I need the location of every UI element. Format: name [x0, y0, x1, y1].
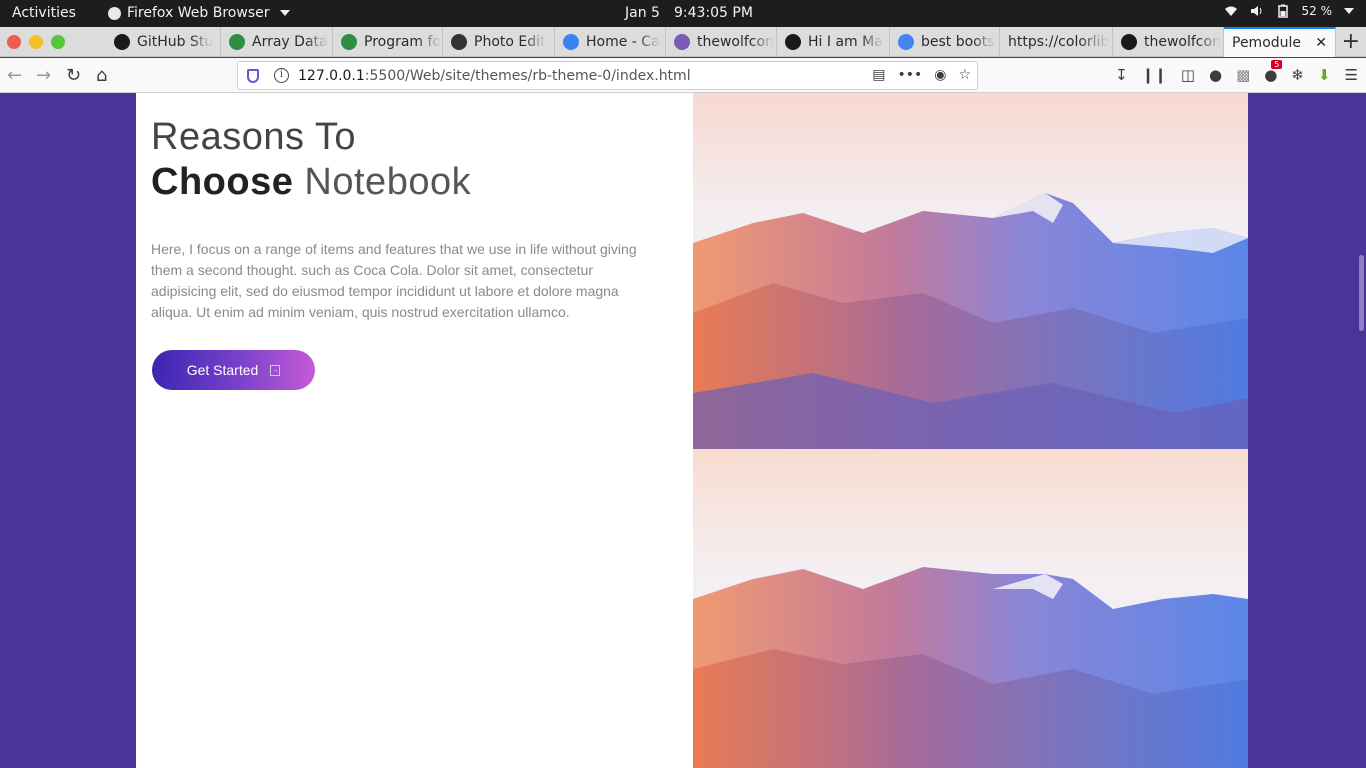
page-viewport[interactable]: Reasons To Choose Notebook Here, I focus…	[0, 93, 1366, 768]
browser-tab[interactable]: Program fo	[333, 27, 443, 57]
tab-label: Array Data	[252, 34, 328, 50]
chevron-down-icon	[1344, 8, 1354, 14]
get-started-button[interactable]: Get Started →	[152, 350, 315, 390]
extension-icon[interactable]: ▩	[1236, 66, 1250, 84]
url-bar[interactable]: i 127.0.0.1:5500/Web/site/themes/rb-them…	[237, 61, 978, 90]
forward-button[interactable]: →	[36, 65, 51, 86]
mountain-illustration	[693, 449, 1248, 768]
pocket-icon[interactable]: ◉	[934, 67, 946, 83]
notification-extension-icon[interactable]: ● 5	[1264, 60, 1283, 84]
tab-bar: GitHub Stu Array Data Program fo Photo Edit…	[0, 27, 1366, 57]
firefox-icon	[108, 6, 121, 20]
heading-rest: Notebook	[304, 161, 472, 203]
bookmark-star-icon[interactable]: ☆	[958, 67, 971, 83]
tab-label: Photo Edit	[474, 34, 546, 50]
extension-badge: 5	[1271, 60, 1283, 69]
tab-label: Program fo	[364, 34, 442, 50]
browser-tab[interactable]: best boots	[890, 27, 1000, 57]
new-tab-button[interactable]: +	[1342, 29, 1360, 54]
browser-tab[interactable]: Array Data	[221, 27, 333, 57]
intro-section: Reasons To Choose Notebook Here, I focus…	[151, 115, 661, 390]
site-info-icon[interactable]: i	[274, 68, 289, 83]
heading-line-1: Reasons To	[151, 116, 356, 158]
reload-button[interactable]: ↻	[66, 65, 81, 86]
content-card: Reasons To Choose Notebook Here, I focus…	[136, 93, 1248, 768]
download-helper-icon[interactable]: ⬇	[1318, 66, 1331, 84]
app-menu-label: Firefox Web Browser	[127, 5, 270, 21]
tab-label: Pemodule	[1232, 35, 1302, 51]
account-icon[interactable]: ●	[1209, 66, 1222, 84]
browser-tab[interactable]: https://colorlib	[1000, 27, 1113, 57]
sidebar-icon[interactable]: ◫	[1181, 66, 1195, 84]
battery-icon	[1277, 4, 1288, 18]
aperture-icon	[451, 34, 467, 50]
github-icon	[785, 34, 801, 50]
heading-bold-word: Choose	[151, 161, 294, 203]
google-icon	[898, 34, 914, 50]
tab-label: thewolfcon	[1144, 34, 1221, 50]
scrollbar-thumb[interactable]	[1359, 255, 1364, 331]
library-icon[interactable]: ❙❙	[1142, 66, 1167, 84]
browser-tab[interactable]: thewolfcon	[666, 27, 777, 57]
url-host: 127.0.0.1	[298, 68, 365, 84]
tab-label: GitHub Stu	[137, 34, 214, 50]
h-icon	[674, 34, 690, 50]
downloads-icon[interactable]: ↧	[1115, 66, 1128, 84]
gfg-icon	[229, 34, 245, 50]
minimize-window-button[interactable]	[29, 35, 43, 49]
tab-label: thewolfcon	[697, 34, 774, 50]
volume-icon	[1250, 6, 1261, 16]
back-button[interactable]: ←	[7, 65, 22, 86]
gfg-icon	[341, 34, 357, 50]
url-path: :5500/Web/site/themes/rb-theme-0/index.h…	[364, 68, 691, 84]
browser-tab[interactable]: GitHub Stu	[106, 27, 221, 57]
reader-view-icon[interactable]: ▤	[872, 67, 885, 83]
chevron-down-icon	[279, 10, 290, 16]
clock[interactable]: Jan 5 9:43:05 PM	[625, 5, 753, 21]
mountain-image-top	[693, 93, 1248, 449]
browser-tab[interactable]: Hi I am Ma	[777, 27, 890, 57]
battery-percent: 52 %	[1301, 4, 1333, 18]
tab-label: Hi I am Ma	[808, 34, 883, 50]
clock-date: Jan 5	[625, 5, 660, 21]
browser-tab[interactable]: Photo Edit	[443, 27, 555, 57]
gnome-extension-icon[interactable]: ❄	[1291, 66, 1304, 84]
page-actions-icon[interactable]: •••	[897, 67, 922, 83]
tab-label: https://colorlib	[1008, 34, 1110, 50]
canva-icon	[563, 34, 579, 50]
maximize-window-button[interactable]	[51, 35, 65, 49]
arrow-icon: →	[270, 364, 281, 376]
system-tray[interactable]: 52 %	[1224, 4, 1354, 18]
system-top-bar: Activities Firefox Web Browser Jan 5 9:4…	[0, 0, 1366, 27]
activities-button[interactable]: Activities	[12, 5, 76, 21]
github-icon	[114, 34, 130, 50]
url-text[interactable]: 127.0.0.1:5500/Web/site/themes/rb-theme-…	[298, 68, 691, 84]
home-button[interactable]: ⌂	[96, 65, 107, 86]
menu-hamburger-icon[interactable]: ☰	[1345, 66, 1358, 84]
github-icon	[1121, 34, 1137, 50]
wifi-icon	[1224, 6, 1237, 16]
mountain-illustration	[693, 93, 1248, 449]
close-window-button[interactable]	[7, 35, 21, 49]
browser-tab[interactable]: thewolfcon	[1113, 27, 1224, 57]
section-heading: Reasons To Choose Notebook	[151, 115, 661, 205]
get-started-label: Get Started	[186, 362, 259, 378]
intro-paragraph: Here, I focus on a range of items and fe…	[151, 241, 637, 320]
clock-time: 9:43:05 PM	[673, 5, 753, 21]
close-tab-icon[interactable]: ✕	[1315, 35, 1327, 51]
app-menu[interactable]: Firefox Web Browser	[108, 5, 290, 21]
navigation-toolbar: ← → ↻ ⌂ i 127.0.0.1:5500/Web/site/themes…	[0, 58, 1366, 93]
mountain-image-bottom	[693, 449, 1248, 768]
tracking-protection-icon[interactable]	[247, 69, 259, 83]
tab-label: best boots	[921, 34, 995, 50]
tab-label: Home - Ca	[586, 34, 660, 50]
browser-tab[interactable]: Home - Ca	[555, 27, 666, 57]
browser-tab[interactable]: Pemodule ✕	[1224, 27, 1336, 57]
